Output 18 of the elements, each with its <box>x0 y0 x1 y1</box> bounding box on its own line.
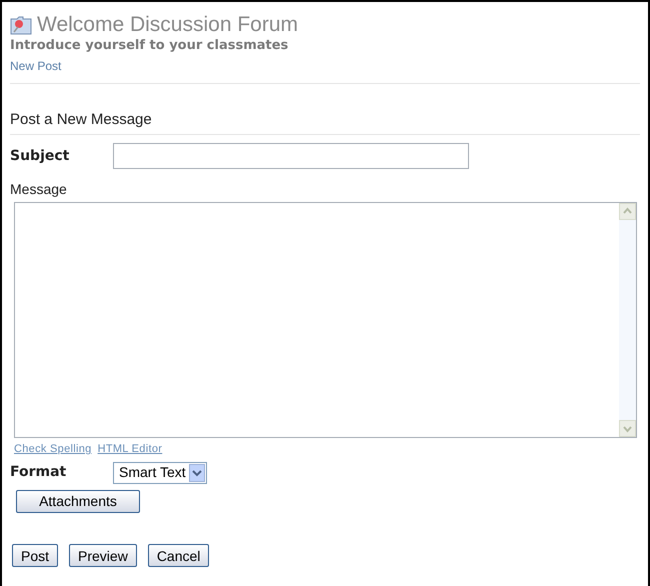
scroll-down-icon[interactable] <box>619 420 636 437</box>
attachments-button[interactable]: Attachments <box>16 490 140 512</box>
form-button[interactable]: Cancel <box>148 544 210 567</box>
scroll-up-icon[interactable] <box>619 203 636 220</box>
format-select[interactable]: Smart Text <box>113 462 207 484</box>
forum-title: Welcome Discussion Forum <box>37 12 298 38</box>
form-button[interactable]: Preview <box>69 544 137 567</box>
folder-pushpin-icon <box>10 15 32 36</box>
message-label: Message <box>10 180 67 199</box>
forum-subtitle: Introduce yourself to your classmates <box>10 38 290 54</box>
form-button[interactable]: Post <box>12 544 58 567</box>
form-heading: Post a New Message <box>10 110 152 130</box>
new-post-link[interactable]: New Post <box>10 56 62 74</box>
message-field[interactable] <box>14 202 637 438</box>
format-label: Format <box>10 463 68 482</box>
scrollbar[interactable] <box>619 203 636 437</box>
subject-field[interactable] <box>113 143 469 169</box>
subject-label: Subject <box>10 146 70 166</box>
